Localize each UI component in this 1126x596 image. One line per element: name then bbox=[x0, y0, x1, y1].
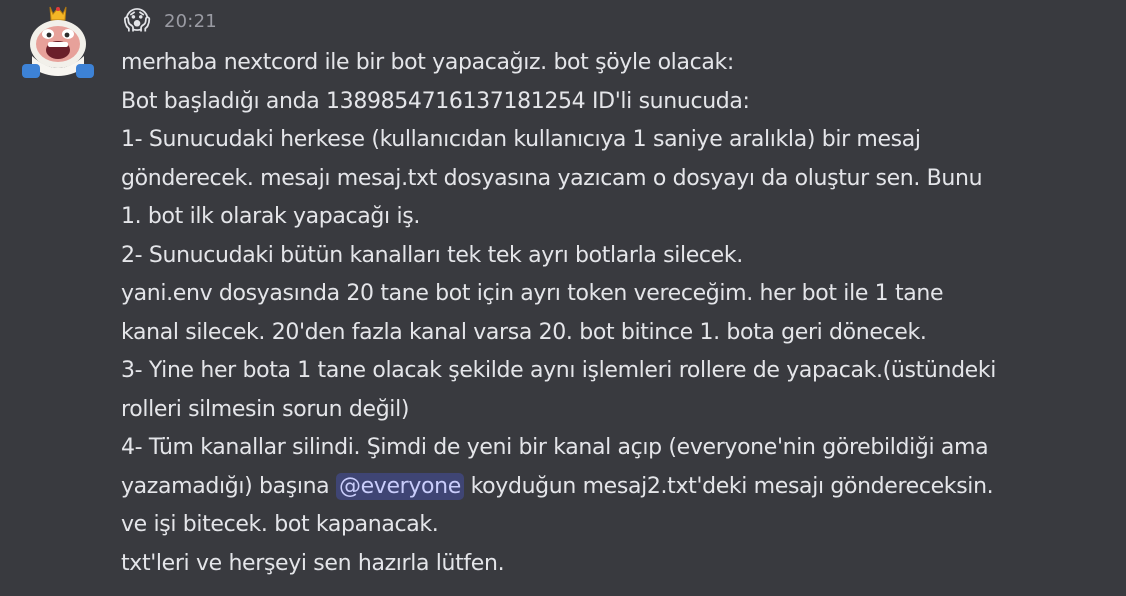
message-timestamp[interactable]: 20:21 bbox=[164, 11, 217, 32]
message-line: 1. bot ilk olarak yapacağı iş. bbox=[121, 204, 420, 229]
king-emote-avatar-icon bbox=[22, 6, 94, 78]
message-line: yani.env dosyasında 20 tane bot için ayr… bbox=[121, 281, 944, 306]
message-line: 3- Yine her bota 1 tane olacak şekilde a… bbox=[121, 358, 997, 383]
everyone-mention[interactable]: @everyone bbox=[335, 472, 464, 500]
mention-suffix-text: koyduğun mesaj2.txt'deki mesajı gönderec… bbox=[463, 473, 994, 499]
chat-message: 😱 20:21 merhaba nextcord ile bir bot yap… bbox=[0, 0, 1126, 596]
message-line: Bot başladığı anda 1389854716137181254 I… bbox=[121, 88, 750, 114]
message-line: rolleri silmesin sorun değil) bbox=[121, 396, 410, 422]
message-line: merhaba nextcord ile bir bot yapacağız. … bbox=[121, 50, 734, 75]
message-line: txt'leri ve herşeyi sen hazırla lütfen. bbox=[121, 550, 505, 576]
message-header: 😱 20:21 bbox=[122, 6, 217, 36]
message-line: gönderecek. mesajı mesaj.txt dosyasına y… bbox=[121, 165, 983, 191]
mention-prefix-text: yazamadığı) başına bbox=[121, 473, 336, 499]
message-line: kanal silecek. 20'den fazla kanal varsa … bbox=[121, 319, 927, 345]
message-line: 2- Sunucudaki bütün kanalları tek tek ay… bbox=[121, 242, 743, 268]
message-line: 4- Tüm kanallar silindi. Şimdi de yeni b… bbox=[121, 435, 989, 460]
message-line: ve işi bitecek. bot kapanacak. bbox=[121, 512, 439, 537]
scream-emoji-badge: 😱 bbox=[123, 6, 151, 36]
message-line: 1- Sunucudaki herkese (kullanıcıdan kull… bbox=[121, 127, 921, 152]
user-avatar[interactable] bbox=[20, 4, 96, 80]
message-content: merhaba nextcord ile bir bot yapacağız. … bbox=[121, 44, 1111, 583]
message-line-with-mention: yazamadığı) başına @everyone koyduğun me… bbox=[121, 468, 1111, 507]
